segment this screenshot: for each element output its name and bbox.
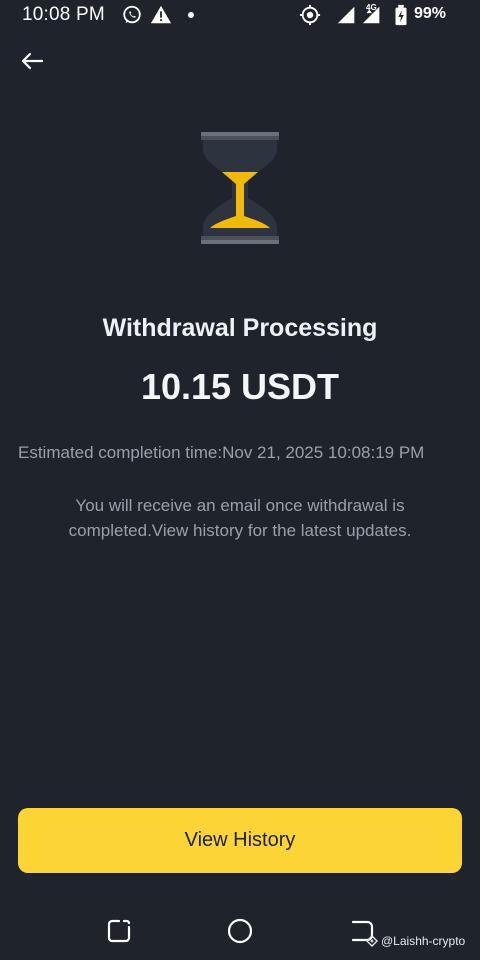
home-icon — [227, 918, 253, 944]
back-button[interactable] — [14, 46, 50, 76]
page-title: Withdrawal Processing — [102, 314, 378, 342]
warning-icon — [150, 5, 172, 24]
recent-apps-icon — [107, 919, 131, 943]
notification-dot-icon — [188, 12, 194, 18]
watermark-text: @Laishh-crypto — [381, 934, 466, 948]
battery-percentage: 99% — [414, 5, 447, 22]
status-time: 10:08 PM — [22, 4, 105, 25]
watermark: @Laishh-crypto — [366, 934, 465, 948]
withdrawal-processing-screen: 10:08 PM 4G 99% Withdrawal Processing 10… — [0, 0, 480, 960]
hourglass-icon — [201, 132, 279, 244]
battery-icon — [395, 4, 407, 26]
system-navigation-bar — [0, 905, 480, 960]
whatsapp-icon — [123, 5, 141, 24]
withdrawal-amount: 10.15 USDT — [140, 366, 340, 407]
view-history-button[interactable]: View History — [18, 808, 462, 873]
back-arrow-icon — [21, 52, 44, 70]
signal-icon — [337, 6, 355, 24]
recent-apps-button[interactable] — [103, 915, 135, 947]
binance-logo-icon — [366, 935, 378, 947]
estimated-completion-time: Estimated completion time:Nov 21, 2025 1… — [18, 443, 425, 462]
network-type-label: 4G — [366, 3, 377, 12]
status-bar: 10:08 PM 4G 99% — [0, 0, 480, 30]
email-notice-text: You will receive an email once withdrawa… — [68, 496, 412, 540]
home-button[interactable] — [224, 915, 256, 947]
vpn-icon — [299, 4, 321, 26]
